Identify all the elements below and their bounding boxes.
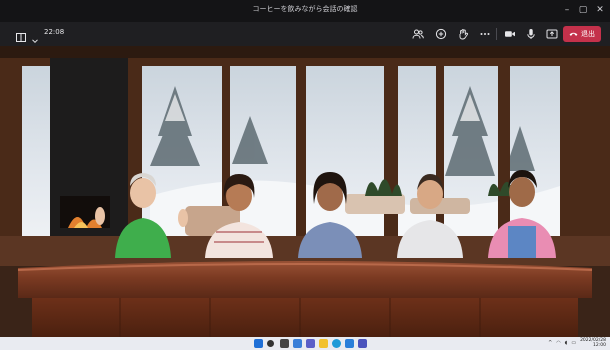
toolbar-divider [496,28,497,40]
widgets-icon[interactable] [293,339,302,348]
camera-icon[interactable] [502,26,518,42]
participants-icon[interactable] [410,26,426,42]
store-icon[interactable] [345,339,354,348]
battery-icon[interactable]: ▭ [571,340,576,346]
window-title: コーヒーを飲みながら会話の確認 [252,5,358,13]
more-icon[interactable] [477,26,493,42]
close-button[interactable]: ✕ [592,2,608,18]
volume-icon[interactable]: ◖ [565,340,568,346]
taskbar-clock[interactable]: 2022/02/28 12:00 [580,338,606,348]
raise-hand-icon[interactable] [455,26,471,42]
chat-icon[interactable] [433,26,449,42]
meeting-toolbar: 22:08 退出 [0,22,610,46]
start-icon[interactable] [254,339,263,348]
chevron-down-icon[interactable] [32,29,38,43]
together-mode-scene [0,46,610,337]
maximize-button[interactable]: ▢ [575,2,591,18]
leave-label: 退出 [581,30,595,38]
share-icon[interactable] [544,26,560,42]
layout-icon[interactable] [16,27,26,42]
leave-button[interactable]: 退出 [563,26,601,42]
phone-hangup-icon [569,31,578,37]
lodge-room-background [0,46,610,337]
microphone-icon[interactable] [523,26,539,42]
windows-taskbar: ^ ◠ ◖ ▭ 2022/02/28 12:00 [0,337,610,350]
system-tray: ^ ◠ ◖ ▭ 2022/02/28 12:00 [548,338,606,348]
call-timer: 22:08 [44,27,65,36]
search-icon[interactable] [267,340,274,347]
taskview-icon[interactable] [280,339,289,348]
teams-icon[interactable] [358,339,367,348]
window-titlebar: コーヒーを飲みながら会話の確認 – ▢ ✕ [0,0,610,22]
minimize-button[interactable]: – [559,2,575,18]
edge-icon[interactable] [332,339,341,348]
explorer-icon[interactable] [319,339,328,348]
chat-app-icon[interactable] [306,339,315,348]
clock-date: 12:00 [593,343,606,348]
wifi-icon[interactable]: ◠ [556,340,560,346]
chevron-up-icon[interactable]: ^ [548,340,552,346]
